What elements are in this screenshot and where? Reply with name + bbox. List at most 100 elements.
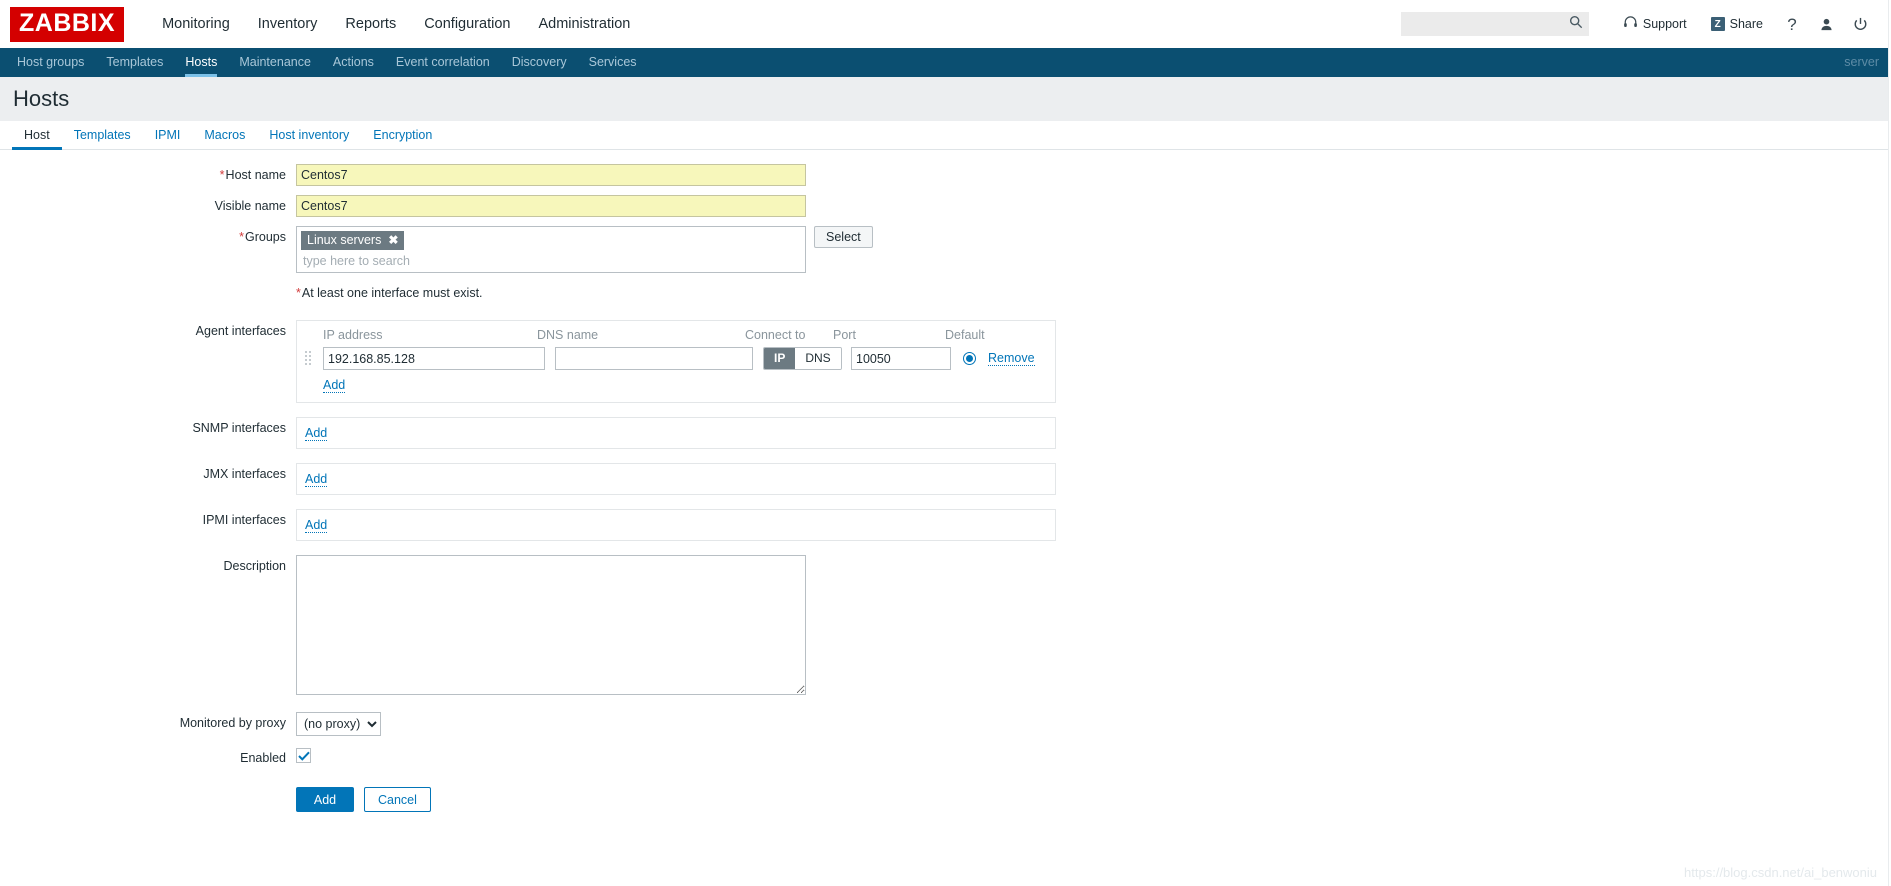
search-input[interactable] bbox=[1408, 16, 1569, 32]
interface-ip-input[interactable] bbox=[323, 347, 545, 370]
subnav-item-maintenance[interactable]: Maintenance bbox=[228, 48, 322, 77]
connect-to-toggle[interactable]: IP DNS bbox=[763, 347, 842, 370]
description-textarea[interactable] bbox=[296, 555, 806, 695]
interface-port-input[interactable] bbox=[851, 347, 951, 370]
groups-label: *Groups bbox=[239, 230, 286, 244]
interface-hint-row: *At least one interface must exist. bbox=[0, 282, 1891, 311]
groups-select-button[interactable]: Select bbox=[814, 226, 873, 248]
support-link[interactable]: Support bbox=[1611, 9, 1699, 39]
tab-ipmi[interactable]: IPMI bbox=[143, 121, 193, 149]
cell-dns-name bbox=[555, 347, 763, 370]
zabbix-logo[interactable]: ZABBIX bbox=[10, 6, 125, 42]
tab-host-inventory[interactable]: Host inventory bbox=[257, 121, 361, 149]
description-label: Description bbox=[223, 559, 286, 573]
zabbix-share-icon: Z bbox=[1710, 17, 1725, 31]
field-visible-name: Visible name bbox=[0, 195, 1891, 217]
menu-item-configuration[interactable]: Configuration bbox=[410, 0, 524, 57]
server-indicator: server bbox=[1844, 55, 1879, 69]
host-form: *Host name Visible name *Groups Linux se… bbox=[0, 150, 1891, 812]
form-tabs: Host Templates IPMI Macros Host inventor… bbox=[0, 121, 1891, 150]
visible-name-input[interactable] bbox=[296, 195, 806, 217]
top-header: ZABBIX Monitoring Inventory Reports Conf… bbox=[0, 0, 1891, 57]
subnav-item-actions[interactable]: Actions bbox=[322, 48, 385, 77]
col-connect-to: Connect to bbox=[745, 328, 806, 342]
power-logout-icon[interactable] bbox=[1843, 9, 1877, 39]
visible-name-label: Visible name bbox=[214, 199, 286, 213]
interface-hint: *At least one interface must exist. bbox=[296, 286, 483, 300]
agent-interfaces-header-row: IP address DNS name Connect to Port Defa… bbox=[305, 326, 1047, 347]
subnav-item-templates[interactable]: Templates bbox=[95, 48, 174, 77]
tab-encryption[interactable]: Encryption bbox=[361, 121, 444, 149]
page-title: Hosts bbox=[13, 86, 70, 111]
menu-item-administration[interactable]: Administration bbox=[524, 0, 644, 48]
share-link[interactable]: Z Share bbox=[1699, 9, 1775, 39]
subnav-item-host-groups[interactable]: Host groups bbox=[6, 48, 95, 77]
cancel-button[interactable]: Cancel bbox=[364, 787, 431, 812]
interface-remove-link[interactable]: Remove bbox=[988, 351, 1035, 366]
subnav-item-event-correlation[interactable]: Event correlation bbox=[385, 48, 501, 77]
connect-to-option-dns[interactable]: DNS bbox=[795, 348, 841, 369]
interface-dns-input[interactable] bbox=[555, 347, 753, 370]
drag-handle-cell bbox=[305, 351, 323, 366]
col-ip-address: IP address bbox=[323, 328, 383, 342]
search-box[interactable] bbox=[1400, 12, 1589, 36]
field-agent-interfaces: Agent interfaces IP address DNS name Con… bbox=[0, 320, 1891, 403]
drag-handle-icon[interactable] bbox=[305, 351, 314, 366]
subnav-item-services[interactable]: Services bbox=[578, 48, 648, 77]
snmp-interfaces-add-link[interactable]: Add bbox=[305, 426, 328, 441]
submit-add-button[interactable]: Add bbox=[296, 787, 354, 812]
connect-to-option-ip[interactable]: IP bbox=[764, 348, 796, 369]
required-marker: * bbox=[239, 230, 244, 244]
interface-default-radio[interactable] bbox=[963, 352, 976, 365]
agent-interface-row: IP DNS Remove bbox=[305, 347, 1047, 370]
ipmi-interfaces-table: Add bbox=[296, 509, 1056, 541]
agent-interfaces-add-wrap: Add bbox=[305, 370, 1047, 394]
support-label: Support bbox=[1642, 17, 1687, 31]
form-actions: Add Cancel bbox=[0, 787, 1891, 812]
monitored-by-proxy-label: Monitored by proxy bbox=[179, 716, 286, 730]
group-chip-label: Linux servers bbox=[307, 233, 382, 247]
menu-item-inventory[interactable]: Inventory bbox=[244, 0, 332, 48]
host-name-input[interactable] bbox=[296, 164, 806, 186]
subnav-item-discovery[interactable]: Discovery bbox=[501, 48, 578, 77]
field-snmp-interfaces: SNMP interfaces Add bbox=[0, 417, 1891, 449]
search-icon[interactable] bbox=[1569, 15, 1583, 34]
help-icon[interactable]: ? bbox=[1775, 9, 1809, 39]
tab-host[interactable]: Host bbox=[12, 121, 62, 150]
user-profile-icon[interactable] bbox=[1809, 9, 1843, 39]
cell-default: Remove bbox=[963, 351, 1063, 366]
menu-item-monitoring[interactable]: Monitoring bbox=[148, 0, 244, 48]
header-actions: Support Z Share ? bbox=[1400, 9, 1891, 39]
enabled-label: Enabled bbox=[240, 751, 286, 765]
sub-navigation: Host groups Templates Hosts Maintenance … bbox=[0, 48, 1891, 77]
field-enabled: Enabled bbox=[0, 747, 1891, 769]
cell-port bbox=[851, 347, 963, 370]
ipmi-interfaces-add-link[interactable]: Add bbox=[305, 518, 328, 533]
group-chip[interactable]: Linux servers ✖ bbox=[301, 231, 405, 250]
groups-search-input[interactable] bbox=[301, 250, 801, 269]
groups-multiselect[interactable]: Linux servers ✖ bbox=[296, 226, 806, 273]
field-ipmi-interfaces: IPMI interfaces Add bbox=[0, 509, 1891, 541]
enabled-checkbox[interactable] bbox=[296, 748, 311, 764]
subnav-item-hosts[interactable]: Hosts bbox=[174, 48, 228, 77]
main-menu: Monitoring Inventory Reports Configurati… bbox=[148, 0, 644, 57]
cell-ip-address bbox=[323, 347, 555, 370]
agent-interfaces-add-link[interactable]: Add bbox=[323, 378, 346, 393]
jmx-interfaces-add-link[interactable]: Add bbox=[305, 472, 328, 487]
cell-connect-to: IP DNS bbox=[763, 347, 851, 370]
close-icon[interactable]: ✖ bbox=[388, 234, 398, 246]
page-header: Hosts bbox=[0, 77, 1891, 121]
jmx-interfaces-table: Add bbox=[296, 463, 1056, 495]
agent-interfaces-label: Agent interfaces bbox=[195, 324, 286, 338]
tab-macros[interactable]: Macros bbox=[192, 121, 257, 149]
host-name-label: *Host name bbox=[219, 168, 286, 182]
menu-item-reports[interactable]: Reports bbox=[331, 0, 410, 48]
ipmi-interfaces-label: IPMI interfaces bbox=[202, 513, 286, 527]
monitored-by-proxy-select[interactable]: (no proxy) bbox=[296, 712, 381, 736]
share-label: Share bbox=[1729, 17, 1763, 31]
tab-templates[interactable]: Templates bbox=[62, 121, 143, 149]
field-description: Description bbox=[0, 555, 1891, 700]
field-jmx-interfaces: JMX interfaces Add bbox=[0, 463, 1891, 495]
field-monitored-by-proxy: Monitored by proxy (no proxy) bbox=[0, 712, 1891, 736]
watermark-text: https://blog.csdn.net/ai_benwoniu bbox=[1684, 865, 1877, 880]
